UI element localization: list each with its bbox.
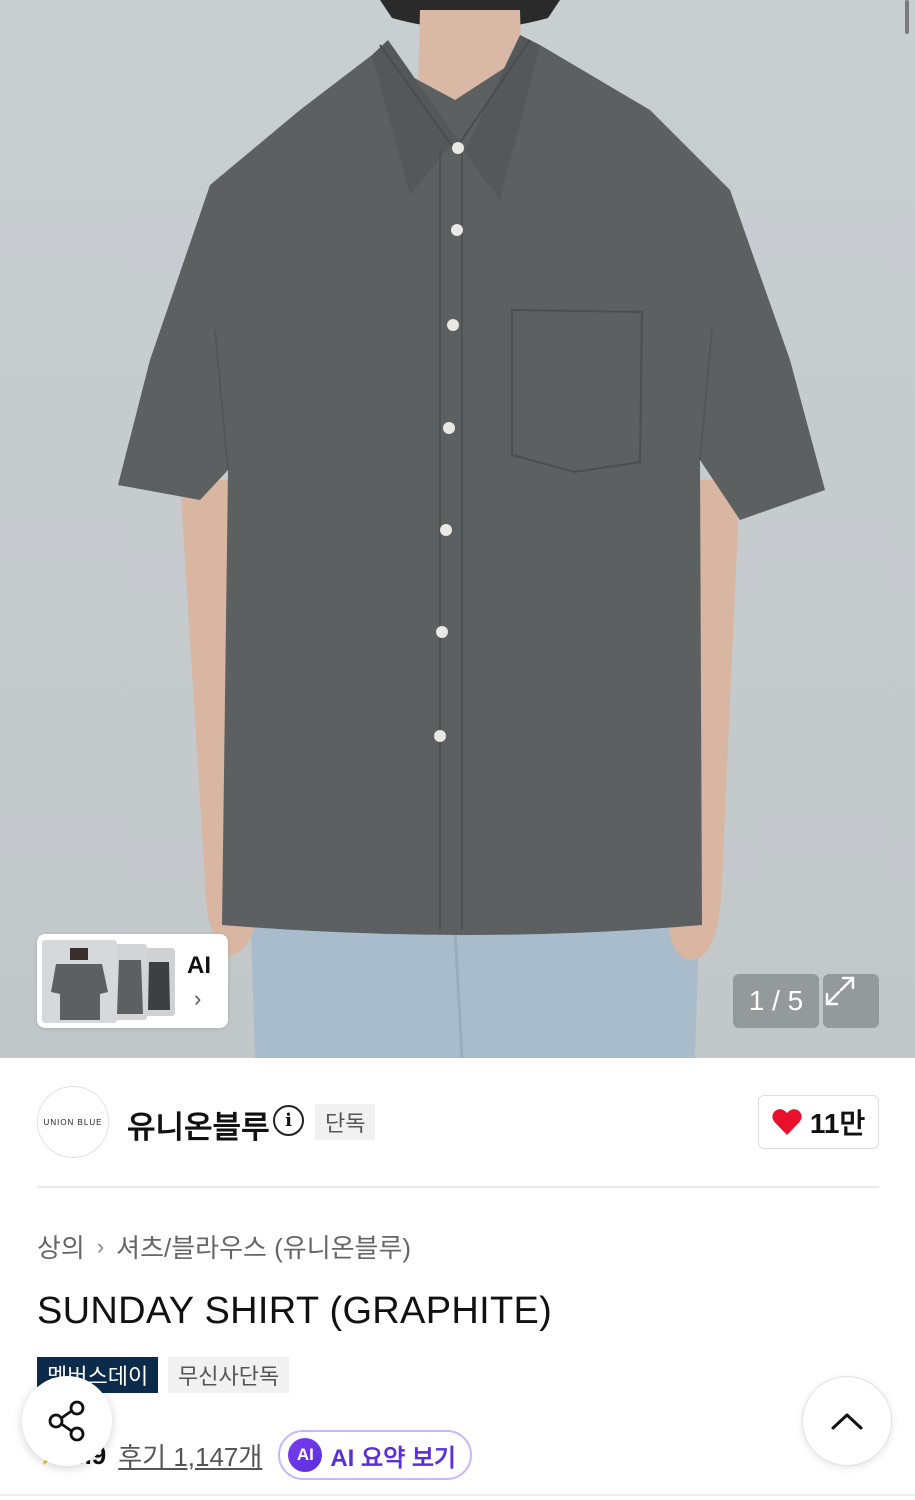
brand-logo-text: UNION BLUE xyxy=(43,1117,103,1127)
ai-summary-label: AI 요약 보기 xyxy=(330,1444,456,1472)
ai-summary-button[interactable]: AI AI 요약 보기 xyxy=(278,1430,472,1480)
image-counter: 1 / 5 xyxy=(733,974,819,1028)
brand-name[interactable]: 유니온블루 xyxy=(127,1102,270,1147)
product-image-gallery[interactable]: AI › 1 / 5 xyxy=(0,0,915,1058)
ai-icon: AI xyxy=(288,1438,323,1472)
reviews-link[interactable]: 후기 1,147개 xyxy=(118,1437,262,1474)
page-scrollbar[interactable] xyxy=(905,0,909,34)
chevron-up-icon xyxy=(831,1413,863,1430)
breadcrumb-item-category[interactable]: 셔츠/블라우스 (유니온블루) xyxy=(116,1228,411,1265)
expand-icon xyxy=(825,976,855,1006)
like-button[interactable]: 11만 xyxy=(758,1095,879,1149)
share-icon xyxy=(48,1400,85,1442)
scroll-top-button[interactable] xyxy=(802,1376,892,1466)
section-divider xyxy=(37,1186,879,1188)
expand-button[interactable] xyxy=(823,974,879,1028)
share-button[interactable] xyxy=(22,1376,112,1466)
brand-logo[interactable]: UNION BLUE xyxy=(37,1086,109,1158)
ai-styling-thumbnails[interactable]: AI › xyxy=(37,934,228,1028)
exclusive-tag: 단독 xyxy=(315,1104,376,1140)
product-title: SUNDAY SHIRT (GRAPHITE) xyxy=(37,1290,553,1332)
breadcrumb-separator: › xyxy=(96,1233,105,1259)
chevron-right-icon: › xyxy=(194,986,202,1011)
product-photo xyxy=(118,0,825,1058)
info-icon[interactable]: i xyxy=(273,1105,304,1136)
like-count: 11만 xyxy=(809,1108,866,1139)
ai-label: AI xyxy=(187,952,211,979)
breadcrumb-item-top[interactable]: 상의 xyxy=(37,1228,85,1265)
musinsa-exclusive-badge: 무신사단독 xyxy=(168,1357,290,1393)
bottom-divider xyxy=(0,1494,915,1496)
heart-icon xyxy=(772,1109,802,1135)
thumbnail-1[interactable] xyxy=(42,940,117,1023)
breadcrumb: 상의 › 셔츠/블라우스 (유니온블루) xyxy=(37,1228,411,1265)
